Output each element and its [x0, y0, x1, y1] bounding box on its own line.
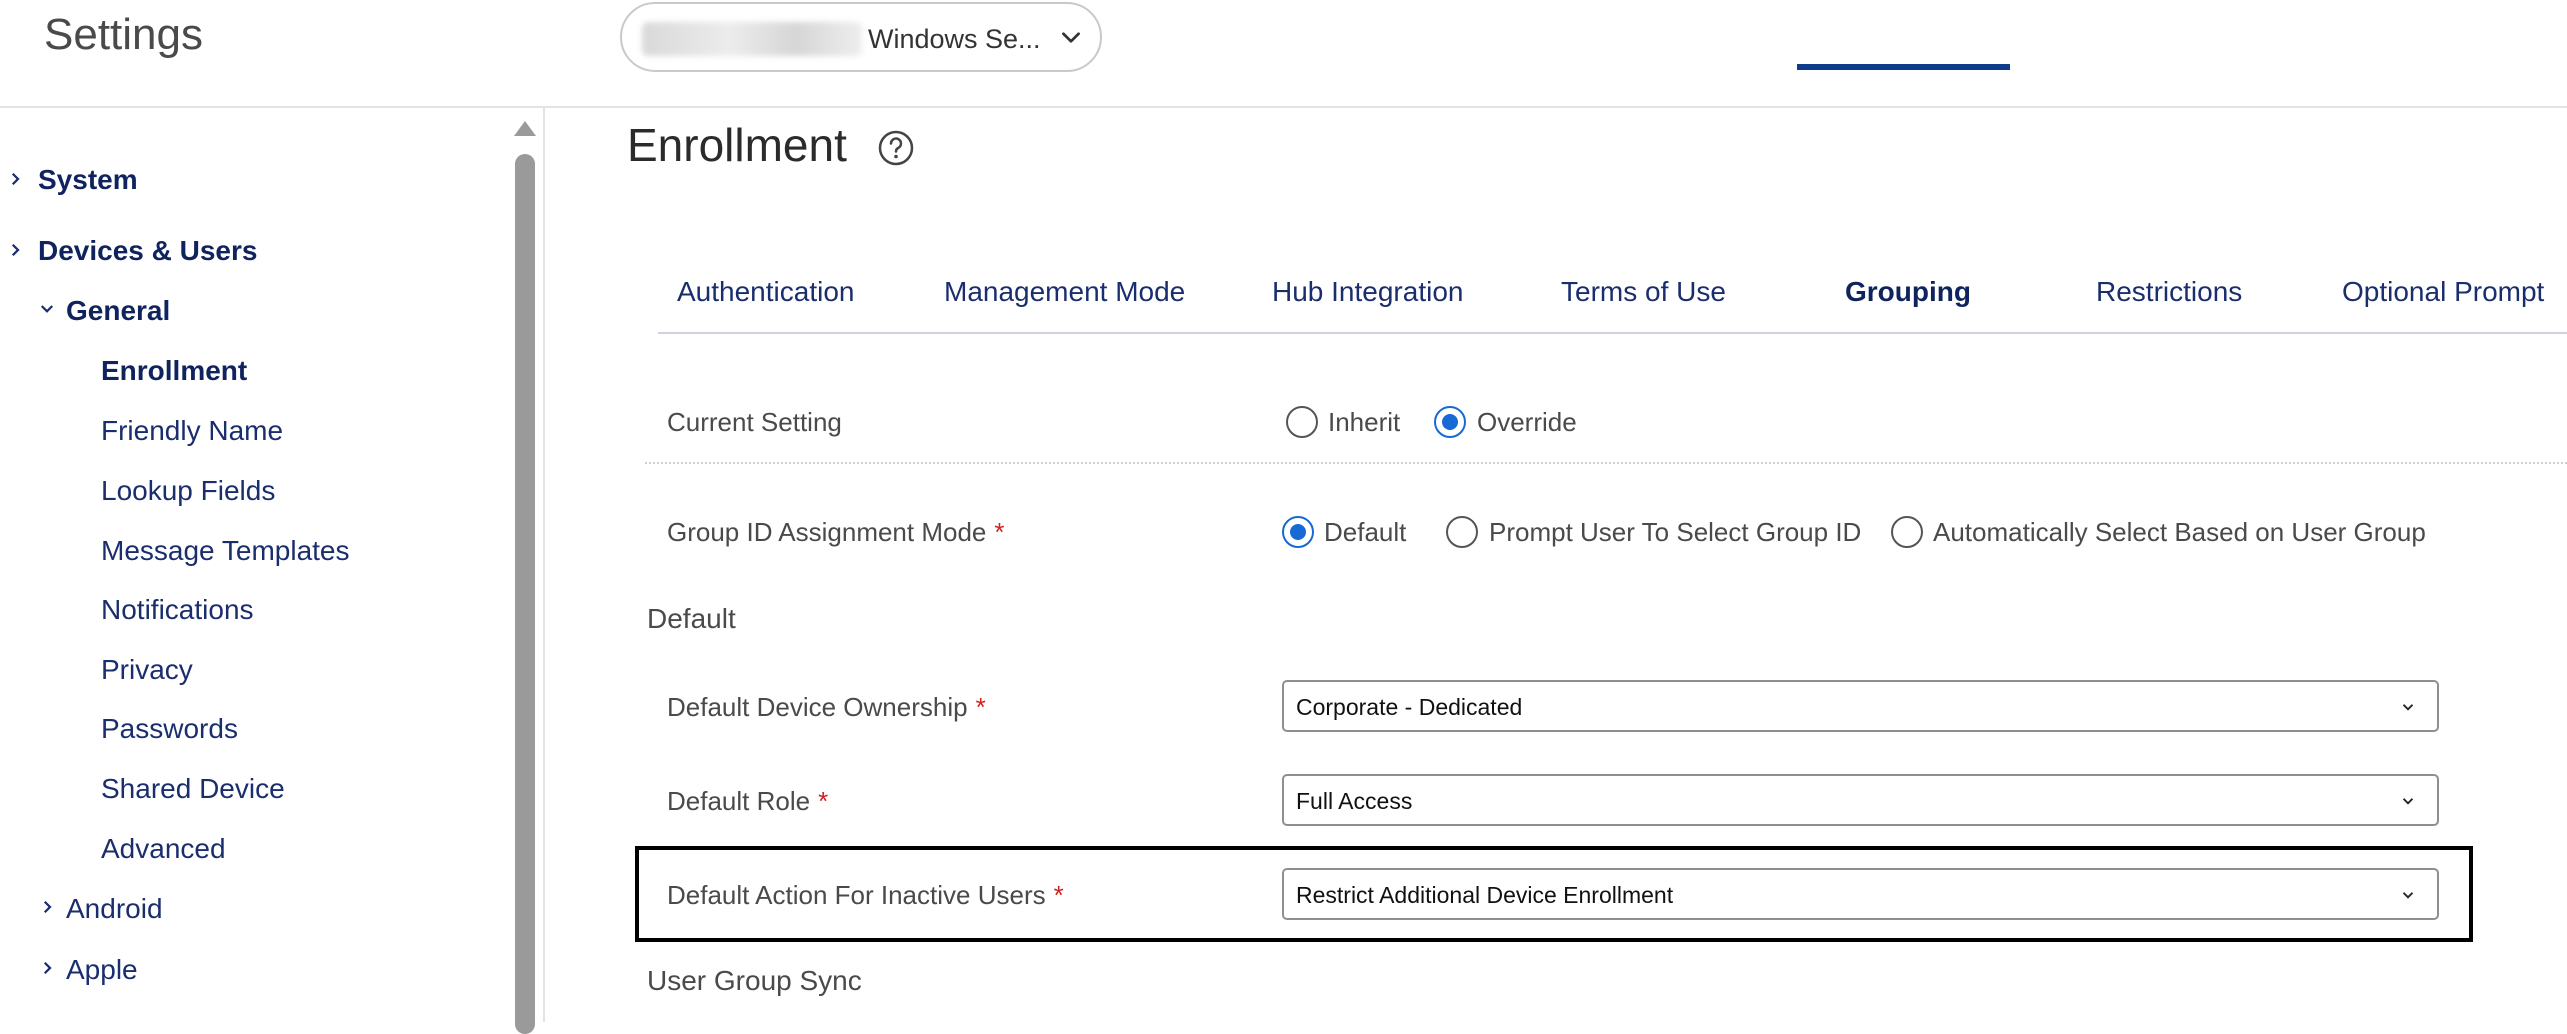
- default-device-ownership-label-text: Default Device Ownership: [667, 692, 968, 722]
- radio-default-label[interactable]: Default: [1324, 517, 1406, 548]
- radio-default[interactable]: [1282, 516, 1314, 548]
- chevron-right-icon[interactable]: [38, 898, 56, 916]
- sidebar-item-advanced[interactable]: Advanced: [101, 833, 226, 865]
- default-action-inactive-users-select[interactable]: Restrict Additional Device Enrollment: [1282, 868, 2439, 920]
- sidebar-item-general[interactable]: General: [66, 295, 170, 327]
- sidebar-item-android[interactable]: Android: [66, 893, 163, 925]
- radio-prompt-user-select-group-id-label[interactable]: Prompt User To Select Group ID: [1489, 517, 1861, 548]
- sidebar-item-enrollment[interactable]: Enrollment: [101, 355, 247, 387]
- tab-grouping[interactable]: Grouping: [1845, 276, 1971, 308]
- tab-restrictions[interactable]: Restrictions: [2096, 276, 2242, 308]
- tab-hub-integration[interactable]: Hub Integration: [1272, 276, 1463, 308]
- chevron-right-icon[interactable]: [6, 170, 24, 188]
- organization-group-selector[interactable]: Windows Se...: [620, 2, 1102, 72]
- help-icon[interactable]: [876, 128, 916, 168]
- required-mark: *: [818, 786, 829, 816]
- chevron-down-icon: [2402, 892, 2414, 899]
- scrollbar-thumb[interactable]: [515, 154, 535, 1034]
- sidebar-item-notifications[interactable]: Notifications: [101, 594, 254, 626]
- chevron-down-icon: [2402, 704, 2414, 711]
- default-action-inactive-users-label-text: Default Action For Inactive Users: [667, 880, 1046, 910]
- sidebar-item-devices-users[interactable]: Devices & Users: [38, 235, 257, 267]
- current-setting-label: Current Setting: [667, 407, 842, 437]
- radio-prompt-user-select-group-id[interactable]: [1446, 516, 1478, 548]
- tab-authentication[interactable]: Authentication: [677, 276, 854, 308]
- required-mark: *: [1053, 880, 1064, 910]
- select-value: Full Access: [1296, 788, 1413, 814]
- default-device-ownership-select[interactable]: Corporate - Dedicated: [1282, 680, 2439, 732]
- radio-override-label[interactable]: Override: [1477, 407, 1577, 438]
- scroll-up-arrow-icon[interactable]: [512, 118, 538, 138]
- user-group-sync-section-title: User Group Sync: [647, 965, 862, 996]
- tab-management-mode[interactable]: Management Mode: [944, 276, 1185, 308]
- select-value: Corporate - Dedicated: [1296, 694, 1523, 720]
- default-role-select[interactable]: Full Access: [1282, 774, 2439, 826]
- sidebar-item-friendly-name[interactable]: Friendly Name: [101, 415, 283, 447]
- default-section-title: Default: [647, 603, 736, 634]
- sidebar-item-lookup-fields[interactable]: Lookup Fields: [101, 475, 275, 507]
- top-header: Settings Windows Se...: [0, 0, 2567, 108]
- active-tab-indicator: [1797, 64, 2010, 70]
- radio-inherit-label[interactable]: Inherit: [1328, 407, 1400, 438]
- sidebar-item-message-templates[interactable]: Message Templates: [101, 535, 350, 567]
- chevron-right-icon[interactable]: [6, 241, 24, 259]
- radio-auto-select-user-group-label[interactable]: Automatically Select Based on User Group: [1933, 517, 2426, 548]
- radio-inherit[interactable]: [1286, 406, 1318, 438]
- required-mark: *: [975, 692, 986, 722]
- select-value: Restrict Additional Device Enrollment: [1296, 882, 1674, 908]
- sidebar-item-passwords[interactable]: Passwords: [101, 713, 238, 745]
- default-action-inactive-users-label: Default Action For Inactive Users *: [667, 880, 1064, 911]
- group-id-mode-label-text: Group ID Assignment Mode: [667, 517, 987, 547]
- tab-optional-prompt[interactable]: Optional Prompt: [2342, 276, 2544, 308]
- default-role-label-text: Default Role: [667, 786, 811, 816]
- page-title: Enrollment: [627, 119, 847, 171]
- group-id-mode-label: Group ID Assignment Mode *: [667, 517, 1005, 548]
- radio-override[interactable]: [1434, 406, 1466, 438]
- radio-auto-select-user-group[interactable]: [1891, 516, 1923, 548]
- enrollment-tabs: Authentication Management Mode Hub Integ…: [658, 262, 2567, 334]
- sidebar-item-apple[interactable]: Apple: [66, 954, 138, 986]
- default-device-ownership-label: Default Device Ownership *: [667, 692, 986, 723]
- org-selector-label: Windows Se...: [868, 24, 1041, 54]
- sidebar-item-privacy[interactable]: Privacy: [101, 654, 193, 686]
- chevron-down-icon: [1062, 32, 1080, 43]
- settings-sidebar: System Devices & Users General Enrollmen…: [0, 108, 545, 1034]
- chevron-down-icon[interactable]: [38, 300, 56, 318]
- required-mark: *: [994, 517, 1005, 547]
- sidebar-scrollbar[interactable]: [512, 108, 538, 1034]
- app-title: Settings: [44, 10, 203, 59]
- chevron-right-icon[interactable]: [38, 959, 56, 977]
- tab-terms-of-use[interactable]: Terms of Use: [1561, 276, 1726, 308]
- sidebar-item-shared-device[interactable]: Shared Device: [101, 773, 285, 805]
- chevron-down-icon: [2402, 798, 2414, 805]
- default-role-label: Default Role *: [667, 786, 828, 817]
- section-divider: [645, 462, 2567, 464]
- sidebar-item-system[interactable]: System: [38, 164, 138, 196]
- redacted-org-name: [642, 22, 862, 56]
